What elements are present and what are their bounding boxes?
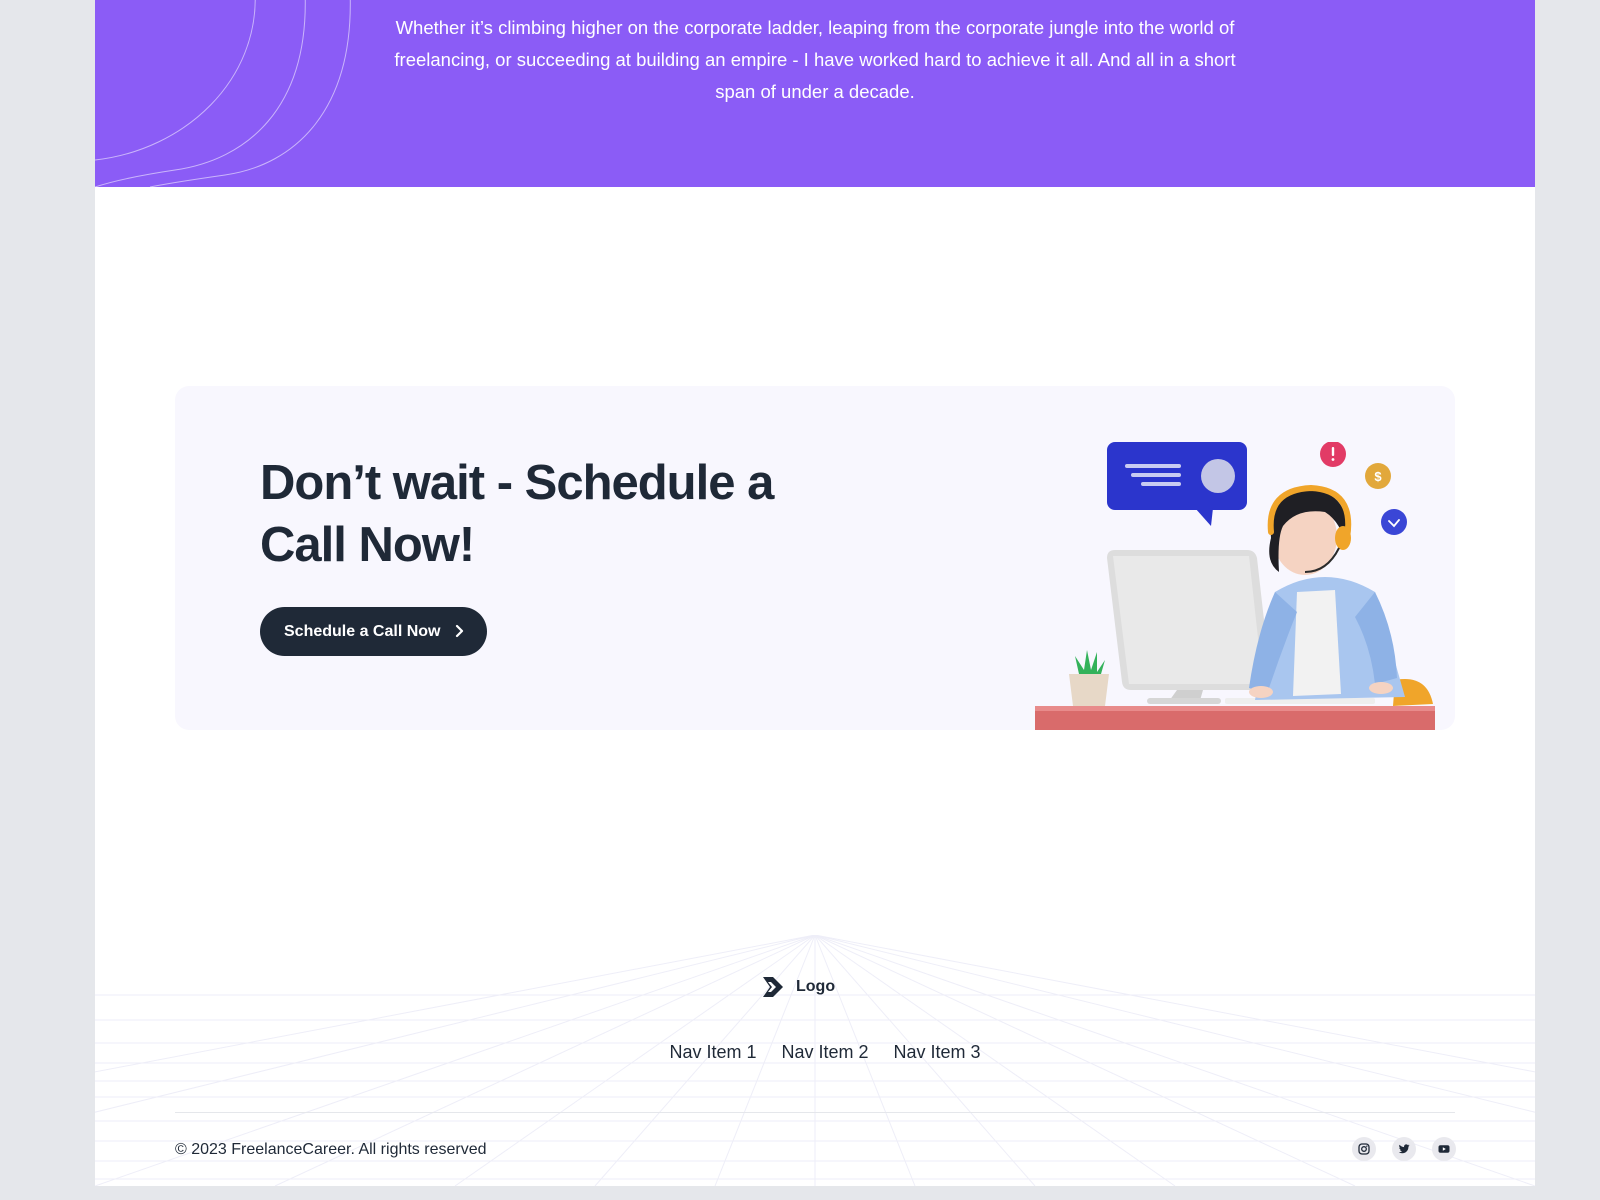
support-agent-illustration: $ [1035, 442, 1435, 730]
social-links [1352, 1137, 1456, 1161]
plant-icon [1069, 650, 1109, 706]
logo-text: Logo [796, 978, 836, 995]
twitter-link[interactable] [1392, 1137, 1416, 1161]
instagram-link[interactable] [1352, 1137, 1376, 1161]
hero-band: Whether it’s climbing higher on the corp… [95, 0, 1535, 187]
copyright-text: © 2023 FreelanceCareer. All rights reser… [175, 1141, 487, 1158]
footer-nav: Nav Item 1 Nav Item 2 Nav Item 3 [95, 1042, 1535, 1063]
chevron-right-icon [455, 624, 464, 638]
youtube-icon [1438, 1145, 1450, 1153]
clock-badge-icon [1381, 509, 1407, 535]
schedule-call-button[interactable]: Schedule a Call Now [260, 607, 487, 656]
footer-logo[interactable]: Logo [762, 975, 835, 999]
hero-description: Whether it’s climbing higher on the corp… [394, 17, 1236, 102]
cta-card: Don’t wait - Schedule a Call Now! Schedu… [175, 386, 1455, 730]
footer-nav-item-3[interactable]: Nav Item 3 [894, 1042, 981, 1063]
youtube-link[interactable] [1432, 1137, 1456, 1161]
double-chevron-logo-icon [763, 977, 783, 997]
alert-badge-icon [1320, 442, 1346, 467]
svg-text:$: $ [1374, 469, 1382, 484]
instagram-icon [1358, 1143, 1370, 1155]
speech-bubble-icon [1107, 442, 1247, 526]
schedule-call-button-label: Schedule a Call Now [284, 622, 441, 640]
footer-nav-item-1[interactable]: Nav Item 1 [669, 1042, 756, 1063]
monitor-icon [1107, 550, 1272, 704]
footer-nav-item-2[interactable]: Nav Item 2 [781, 1042, 868, 1063]
twitter-icon [1398, 1144, 1410, 1154]
footer: Logo Nav Item 1 Nav Item 2 Nav Item 3 © … [95, 935, 1535, 1186]
coin-badge-icon: $ [1365, 463, 1391, 489]
footer-divider [175, 1112, 1455, 1113]
page: Whether it’s climbing higher on the corp… [95, 0, 1535, 1186]
cta-title: Don’t wait - Schedule a Call Now! [260, 456, 774, 572]
